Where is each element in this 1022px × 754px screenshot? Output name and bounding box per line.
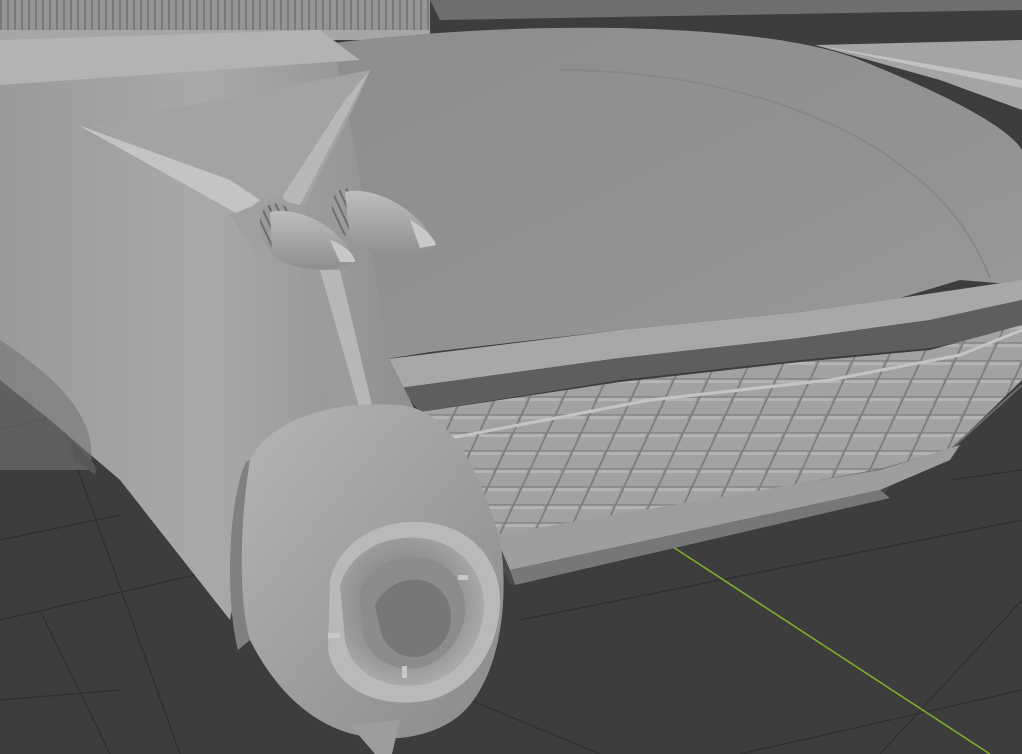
viewport-scene[interactable] — [0, 0, 1022, 754]
3d-viewport[interactable] — [0, 0, 1022, 754]
lower-fin-tip — [350, 720, 400, 754]
y-axis-line — [669, 544, 991, 754]
